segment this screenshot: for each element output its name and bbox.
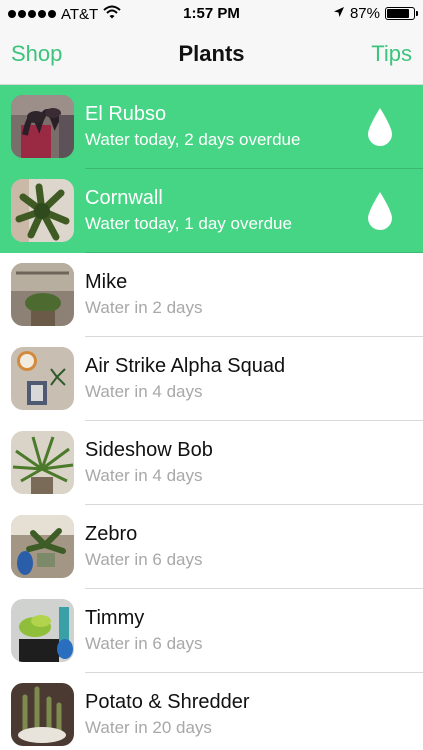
- plant-name: Air Strike Alpha Squad: [85, 355, 286, 377]
- plant-name: Cornwall: [85, 187, 163, 209]
- watering-status: Water in 6 days: [85, 550, 203, 569]
- watering-status: Water today, 1 day overdue: [85, 214, 292, 233]
- watering-status: Water in 4 days: [85, 382, 203, 401]
- plant-row-sideshow-bob[interactable]: Sideshow Bob Water in 4 days: [0, 421, 423, 505]
- watering-status: Water in 4 days: [85, 466, 203, 485]
- water-drop-icon[interactable]: [367, 191, 393, 231]
- plant-photo: [11, 683, 74, 746]
- water-drop-icon[interactable]: [367, 107, 393, 147]
- watering-status: Water in 2 days: [85, 298, 203, 317]
- plant-row-mike[interactable]: Mike Water in 2 days: [0, 253, 423, 337]
- battery-percent: 87%: [349, 5, 380, 22]
- plant-row-cornwall[interactable]: Cornwall Water today, 1 day overdue: [0, 169, 423, 253]
- watering-status: Water in 20 days: [85, 718, 212, 737]
- shop-button[interactable]: Shop: [11, 41, 62, 67]
- plant-photo: [11, 95, 74, 158]
- plant-photo: [11, 599, 74, 662]
- page-title: Plants: [178, 41, 245, 66]
- status-bar: AT&T 1:57 PM 87%: [0, 0, 423, 28]
- watering-status: Water in 6 days: [85, 634, 203, 653]
- plant-list: El Rubso Water today, 2 days overdue Cor…: [0, 85, 423, 750]
- app-screen: AT&T 1:57 PM 87% Shop Plants Tips El Rub…: [0, 0, 423, 750]
- plant-name: Timmy: [85, 607, 145, 629]
- plant-row-zebro[interactable]: Zebro Water in 6 days: [0, 505, 423, 589]
- plant-row-air-strike-alpha-squad[interactable]: Air Strike Alpha Squad Water in 4 days: [0, 337, 423, 421]
- plant-name: El Rubso: [85, 103, 167, 125]
- location-arrow-icon: [333, 5, 345, 22]
- plant-row-timmy[interactable]: Timmy Water in 6 days: [0, 589, 423, 673]
- plant-photo: [11, 515, 74, 578]
- plant-photo: [11, 431, 74, 494]
- plant-name: Potato & Shredder: [85, 691, 250, 713]
- plant-name: Sideshow Bob: [85, 439, 213, 461]
- plant-photo: [11, 347, 74, 410]
- status-right: 87%: [333, 5, 418, 22]
- watering-status: Water today, 2 days overdue: [85, 130, 301, 149]
- plant-name: Mike: [85, 271, 128, 293]
- navigation-bar: Shop Plants Tips: [0, 28, 423, 85]
- plant-row-potato-and-shredder[interactable]: Potato & Shredder Water in 20 days: [0, 673, 423, 750]
- plant-name: Zebro: [85, 523, 138, 545]
- tips-button[interactable]: Tips: [371, 41, 412, 67]
- battery-icon: [385, 7, 418, 20]
- plant-photo: [11, 179, 74, 242]
- plant-photo: [11, 263, 74, 326]
- plant-row-el-rubso[interactable]: El Rubso Water today, 2 days overdue: [0, 85, 423, 169]
